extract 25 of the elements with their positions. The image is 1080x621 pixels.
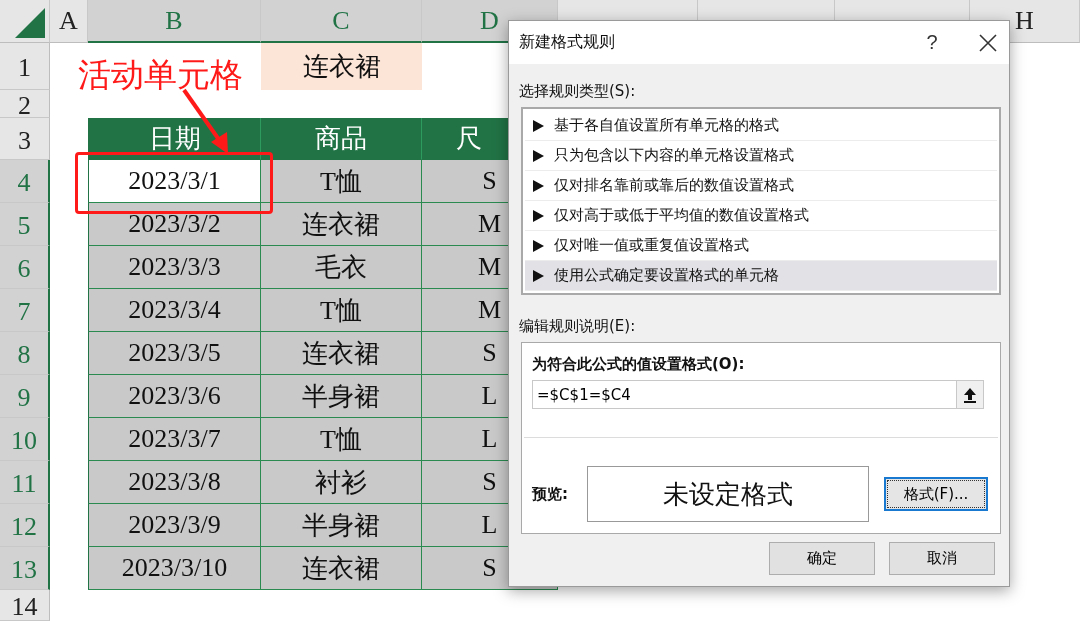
annotation-text: 活动单元格 xyxy=(78,54,243,96)
table-cell: 2023/3/1 xyxy=(88,160,261,203)
table-cell: 衬衫 xyxy=(261,461,422,504)
table-cell: 2023/3/8 xyxy=(88,461,261,504)
table-cell: 2023/3/7 xyxy=(88,418,261,461)
table-cell: 连衣裙 xyxy=(261,332,422,375)
table-cell: 2023/3/6 xyxy=(88,375,261,418)
table-cell: 半身裙 xyxy=(261,504,422,547)
table-cell: 2023/3/5 xyxy=(88,332,261,375)
table-cell: 2023/3/4 xyxy=(88,289,261,332)
table-cell: 2023/3/3 xyxy=(88,246,261,289)
table-cell: 连衣裙 xyxy=(261,547,422,590)
preview-box: 未设定格式 xyxy=(587,466,869,522)
table-cell: 半身裙 xyxy=(261,375,422,418)
table-cell: T恤 xyxy=(261,418,422,461)
table-cell: 2023/3/9 xyxy=(88,504,261,547)
table-cell: 毛衣 xyxy=(261,246,422,289)
header-cell: 商品 xyxy=(261,118,422,160)
table-cell: T恤 xyxy=(261,289,422,332)
table-cell: 2023/3/10 xyxy=(88,547,261,590)
table-cell: 连衣裙 xyxy=(261,203,422,246)
section-label: 选择规则类型(S): xyxy=(519,82,637,101)
table-cell: T恤 xyxy=(261,160,422,203)
table-cell: 2023/3/2 xyxy=(88,203,261,246)
table-cell: 连衣裙 xyxy=(261,43,422,90)
